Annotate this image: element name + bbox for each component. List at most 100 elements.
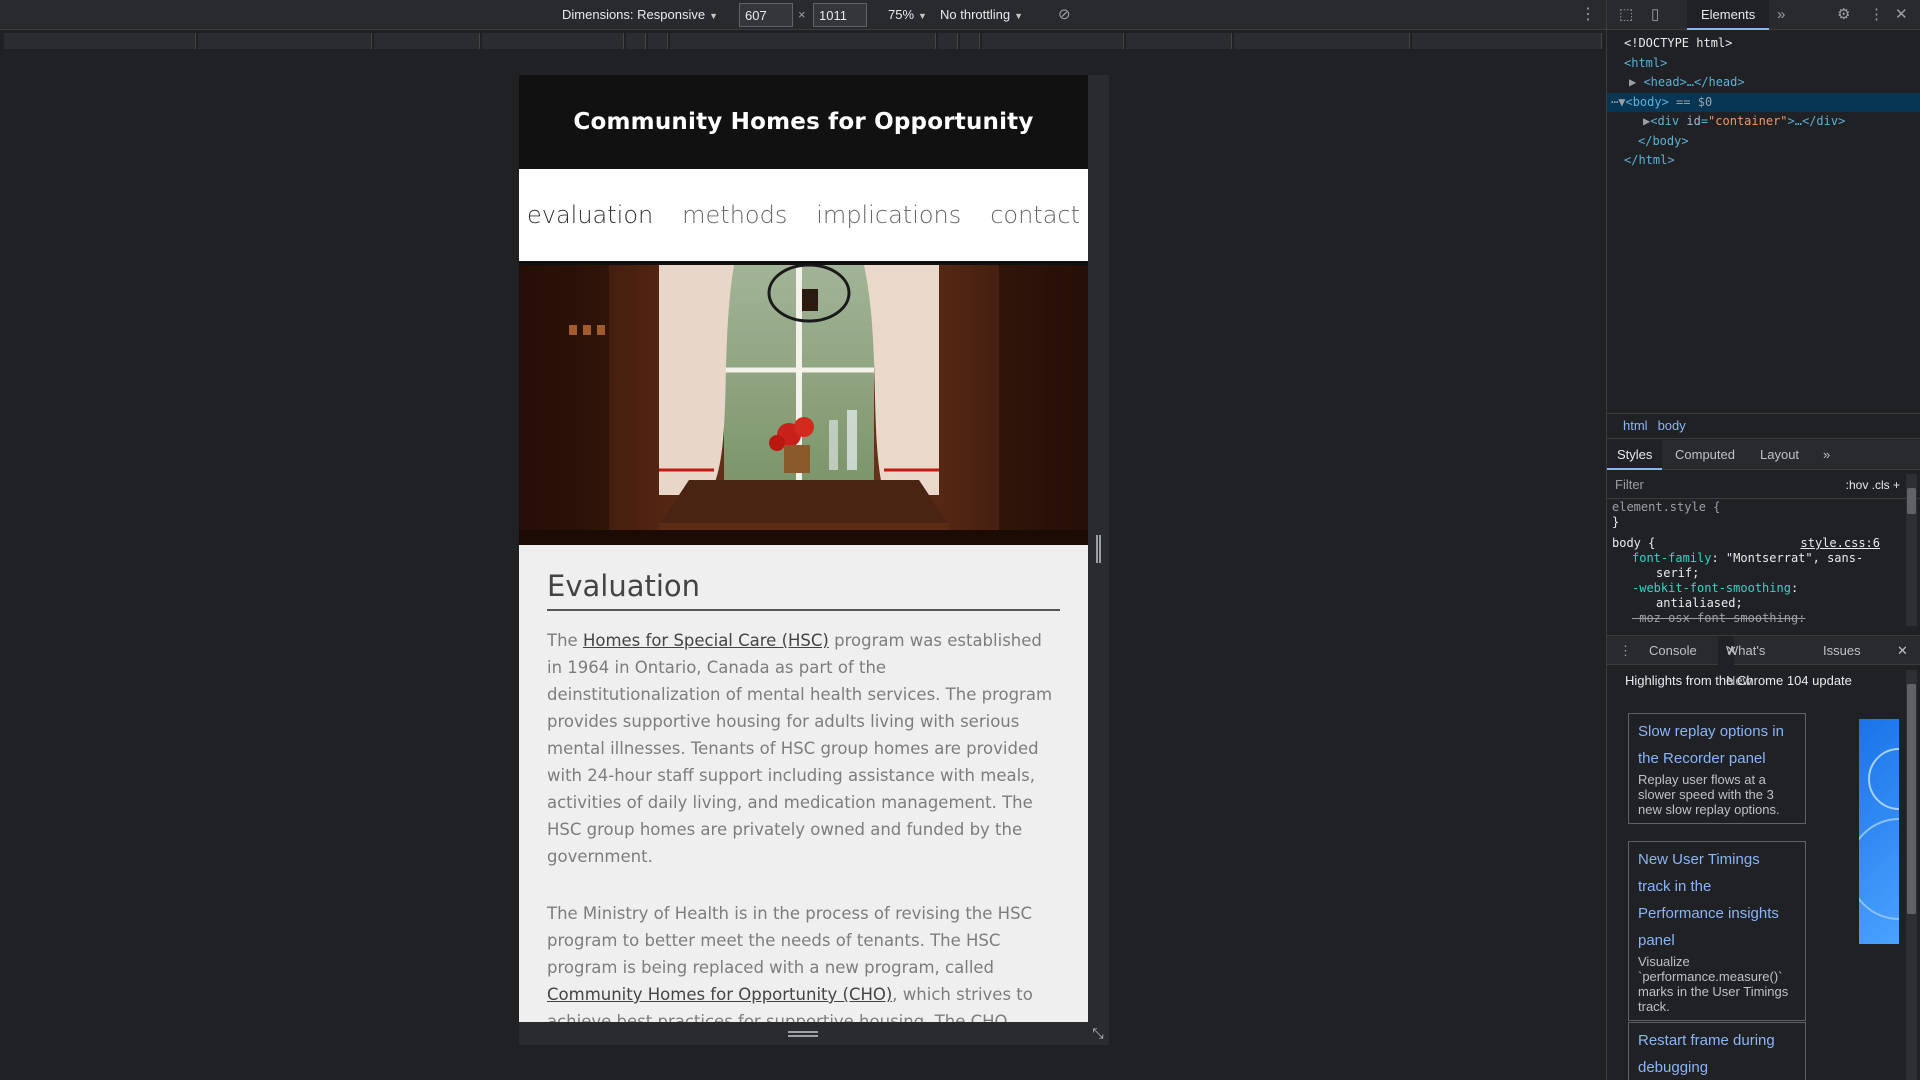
site-header: Community Homes for Opportunity bbox=[519, 75, 1088, 169]
card-description: Replay user flows at a slower speed with… bbox=[1638, 772, 1780, 817]
tab-whats-new[interactable]: What's New ✕ bbox=[1718, 636, 1765, 688]
scrollbar-thumb[interactable] bbox=[1907, 684, 1916, 914]
dom-html-open[interactable]: <html> bbox=[1607, 54, 1920, 74]
times-separator: × bbox=[798, 7, 806, 22]
cho-link[interactable]: Community Homes for Opportunity (CHO) bbox=[547, 985, 892, 1004]
rule-close: } bbox=[1612, 515, 1620, 529]
breadcrumb-body[interactable]: body bbox=[1658, 418, 1686, 433]
more-tabs-icon[interactable]: » bbox=[1823, 440, 1830, 470]
style-prop-webkit-smoothing[interactable]: -webkit-font-smoothing: bbox=[1612, 581, 1900, 596]
nav-implications[interactable]: implications bbox=[816, 201, 961, 229]
resize-handle-right[interactable] bbox=[1096, 535, 1101, 563]
zoom-dropdown[interactable]: 75% ▼ bbox=[888, 0, 927, 30]
tab-computed[interactable]: Computed bbox=[1675, 440, 1735, 470]
media-query-segment[interactable] bbox=[482, 33, 624, 49]
emulated-viewport: Community Homes for Opportunity evaluati… bbox=[519, 75, 1088, 1022]
prop-name: -webkit-font-smoothing bbox=[1632, 581, 1791, 595]
dom-equals: = bbox=[1700, 114, 1709, 128]
tab-issues[interactable]: Issues bbox=[1823, 636, 1861, 666]
media-query-segment[interactable] bbox=[198, 33, 372, 49]
style-source-link[interactable]: style.css:6 bbox=[1801, 536, 1880, 551]
style-prop-moz-smoothing[interactable]: -moz-osx-font-smoothing: bbox=[1612, 611, 1900, 626]
media-query-segment[interactable] bbox=[670, 33, 936, 49]
dom-body[interactable]: ⋯▼<body> == $0 bbox=[1607, 92, 1920, 112]
styles-tabbar: Styles Computed Layout » bbox=[1607, 440, 1920, 470]
styles-scrollbar[interactable] bbox=[1906, 474, 1917, 626]
dom-div-close: >…</div> bbox=[1787, 114, 1846, 128]
prop-value: : bbox=[1790, 581, 1799, 595]
tab-console[interactable]: Console bbox=[1649, 636, 1697, 666]
site-title: Community Homes for Opportunity bbox=[573, 109, 1034, 135]
media-query-segment[interactable] bbox=[938, 33, 958, 49]
devtools-tabbar: ⬚ ▯ Elements » ⚙ ⋮ ✕ bbox=[1607, 0, 1920, 30]
media-query-segment[interactable] bbox=[982, 33, 1124, 49]
tab-layout[interactable]: Layout bbox=[1760, 440, 1799, 470]
media-query-segment[interactable] bbox=[960, 33, 980, 49]
card-title[interactable]: New User Timings track in the Performanc… bbox=[1638, 846, 1796, 954]
throttling-dropdown[interactable]: No throttling ▼ bbox=[940, 0, 1023, 30]
card-title[interactable]: Restart frame during debugging bbox=[1638, 1027, 1796, 1080]
close-icon[interactable]: ✕ bbox=[1895, 0, 1908, 30]
dom-head[interactable]: ▶ <head>…</head> bbox=[1607, 73, 1920, 93]
inspect-element-icon[interactable]: ⬚ bbox=[1619, 0, 1633, 30]
more-options-icon[interactable]: ⋮ bbox=[1580, 0, 1596, 30]
nav-methods[interactable]: methods bbox=[682, 201, 787, 229]
filter-tools[interactable]: :hov .cls + bbox=[1846, 471, 1900, 499]
device-toolbar-icon[interactable]: ▯ bbox=[1651, 0, 1659, 30]
body-selector[interactable]: body { bbox=[1612, 536, 1655, 550]
media-query-segment[interactable] bbox=[626, 33, 646, 49]
dom-selected-marker: == $0 bbox=[1668, 94, 1713, 109]
height-input[interactable] bbox=[813, 3, 867, 27]
media-query-segment[interactable] bbox=[1126, 33, 1232, 49]
resize-handle-bottom[interactable] bbox=[788, 1031, 818, 1037]
paragraph-1: The Homes for Special Care (HSC) program… bbox=[547, 627, 1060, 870]
card-title[interactable]: Slow replay options in the Recorder pane… bbox=[1638, 718, 1796, 772]
filter-input[interactable]: Filter bbox=[1615, 477, 1644, 492]
paragraph-2: The Ministry of Health is in the process… bbox=[547, 900, 1060, 1022]
dom-tree: <!DOCTYPE html> <html> ▶ <head>…</head> … bbox=[1607, 34, 1920, 171]
more-tabs-icon[interactable]: » bbox=[1777, 0, 1785, 30]
dom-head-text: <head>…</head> bbox=[1643, 75, 1745, 89]
media-query-segment[interactable] bbox=[1412, 33, 1602, 49]
tab-elements[interactable]: Elements bbox=[1687, 0, 1770, 30]
media-query-segment[interactable] bbox=[4, 33, 196, 49]
resize-corner-icon[interactable]: ⤡ bbox=[1090, 1026, 1106, 1042]
gear-icon[interactable]: ⚙ bbox=[1837, 0, 1850, 30]
nav-contact[interactable]: contact bbox=[990, 201, 1080, 229]
element-style-rule[interactable]: element.style { bbox=[1612, 500, 1900, 515]
hsc-link[interactable]: Homes for Special Care (HSC) bbox=[583, 631, 829, 650]
breadcrumb-html[interactable]: html bbox=[1623, 418, 1648, 433]
style-prop-font-family[interactable]: font-family: "Montserrat", sans- bbox=[1612, 551, 1900, 566]
media-query-segment[interactable] bbox=[374, 33, 480, 49]
nav-evaluation[interactable]: evaluation bbox=[527, 201, 653, 229]
whats-new-card[interactable]: Slow replay options in the Recorder pane… bbox=[1628, 713, 1806, 824]
dom-div-container[interactable]: ▶<div id="container">…</div> bbox=[1607, 112, 1920, 132]
scrollbar-thumb[interactable] bbox=[1907, 488, 1916, 514]
prop-name: font-family bbox=[1632, 551, 1712, 565]
whats-new-scrollbar[interactable] bbox=[1906, 670, 1917, 1080]
more-options-icon[interactable]: ⋮ bbox=[1869, 0, 1884, 30]
section-title: Evaluation bbox=[547, 569, 1060, 611]
zoom-label: 75% bbox=[888, 7, 915, 22]
whats-new-card[interactable]: Restart frame during debugging bbox=[1628, 1022, 1806, 1080]
width-input[interactable] bbox=[739, 3, 793, 27]
expand-arrow-icon[interactable]: ▶ bbox=[1629, 75, 1643, 89]
dimensions-dropdown[interactable]: Dimensions: Responsive ▼ bbox=[562, 0, 718, 30]
device-toolbar: Dimensions: Responsive▼ × 75%▼ No thrott… bbox=[0, 0, 1606, 30]
dom-html-close[interactable]: </html> bbox=[1607, 151, 1920, 171]
text-span: program was established in 1964 in Ontar… bbox=[547, 631, 1053, 866]
media-query-segment[interactable] bbox=[1234, 33, 1410, 49]
whats-new-card[interactable]: New User Timings track in the Performanc… bbox=[1628, 841, 1806, 1021]
media-query-segment[interactable] bbox=[648, 33, 668, 49]
main-content: Evaluation The Homes for Special Care (H… bbox=[519, 545, 1088, 1022]
styles-filter: Filter :hov .cls + bbox=[1607, 471, 1920, 499]
close-icon[interactable]: ✕ bbox=[1726, 636, 1737, 666]
rotate-icon[interactable]: ⊘ bbox=[1058, 0, 1071, 30]
devtools-panel: ⬚ ▯ Elements » ⚙ ⋮ ✕ <!DOCTYPE html> <ht… bbox=[1606, 0, 1920, 1080]
dom-doctype[interactable]: <!DOCTYPE html> bbox=[1607, 34, 1920, 54]
drawer-menu-icon[interactable]: ⋮ bbox=[1619, 636, 1632, 666]
close-drawer-icon[interactable]: ✕ bbox=[1897, 636, 1908, 666]
dom-body-close[interactable]: </body> bbox=[1607, 132, 1920, 152]
tab-styles[interactable]: Styles bbox=[1607, 440, 1663, 470]
text-span: The Ministry of Health is in the process… bbox=[547, 904, 1033, 977]
